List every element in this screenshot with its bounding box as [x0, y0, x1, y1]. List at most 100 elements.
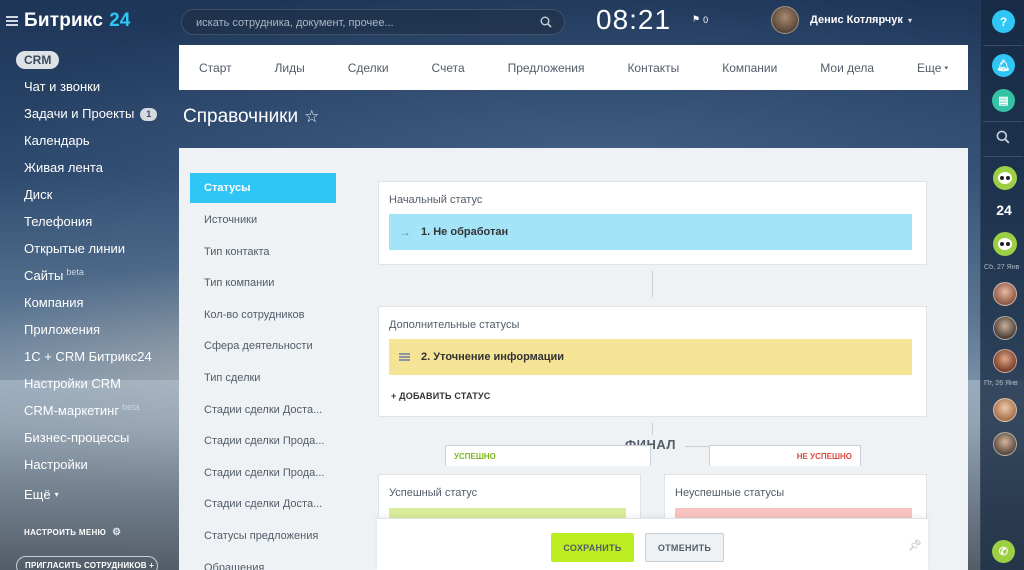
avatar[interactable]	[993, 349, 1017, 373]
drag-handle-icon[interactable]	[399, 353, 410, 361]
subnav-item[interactable]: Стадии сделки Доста...	[190, 489, 360, 521]
sidebar-item[interactable]: Задачи и Проекты 1	[24, 105, 158, 132]
sidebar-item[interactable]: Телефония	[24, 213, 157, 240]
avatar[interactable]	[771, 6, 799, 34]
search-input[interactable]	[196, 14, 536, 32]
sidebar-item[interactable]: Настройки	[24, 456, 157, 483]
topnav-more[interactable]: Еще ▾	[917, 61, 948, 75]
sidebar-item[interactable]: Чат и звонки	[24, 78, 157, 105]
menu-burger-icon[interactable]	[6, 16, 18, 26]
sidebar-item-label: CRM-маркетинг	[24, 403, 120, 418]
date-label: Сб, 27 Янв	[984, 264, 1020, 271]
subnav-item[interactable]: Стадии сделки Доста...	[190, 395, 360, 427]
sidebar-item[interactable]: Компания	[24, 294, 157, 321]
flag-counter[interactable]: ⚑ 0	[692, 14, 708, 25]
sidebar-item[interactable]: Диск	[24, 186, 157, 213]
success-tab-label: УСПЕШНО	[454, 452, 496, 461]
setup-menu-button[interactable]: НАСТРОИТЬ МЕНЮ ⚙	[24, 527, 121, 538]
avatar[interactable]	[993, 398, 1017, 422]
topnav-item[interactable]: Предложения	[508, 61, 585, 75]
sidebar-item-label: Календарь	[24, 133, 90, 148]
subnav-item[interactable]: Стадии сделки Прода...	[190, 426, 360, 458]
sidebar-item-label: Бизнес-процессы	[24, 430, 130, 445]
setup-menu-label: НАСТРОИТЬ МЕНЮ	[24, 528, 107, 537]
status-item-not-processed[interactable]: → 1. Не обработан	[389, 214, 912, 250]
sidebar-item[interactable]: Календарь	[24, 132, 157, 159]
bitrix24-chat-icon[interactable]: 24	[991, 202, 1017, 218]
gear-icon: ⚙	[112, 527, 122, 538]
page-title-text: Справочники	[183, 106, 299, 127]
logo-number: 24	[109, 10, 131, 31]
star-icon[interactable]: ☆	[304, 107, 319, 127]
sidebar-item-label: Задачи и Проекты	[24, 106, 135, 121]
search-icon[interactable]	[540, 16, 552, 28]
success-status-title: Успешный статус	[389, 487, 478, 499]
status-item-label[interactable]: 1. Не обработан	[421, 226, 508, 238]
subnav-item[interactable]: Кол-во сотрудников	[190, 300, 360, 332]
subnav-item[interactable]: Статусы предложения	[190, 521, 360, 553]
cancel-button[interactable]: ОТМЕНИТЬ	[645, 533, 724, 562]
page-title: Справочники ☆	[183, 106, 319, 128]
topnav-item[interactable]: Контакты	[627, 61, 679, 75]
topnav-item[interactable]: Счета	[432, 61, 465, 75]
avatar[interactable]	[993, 282, 1017, 306]
clock[interactable]: 08:21	[596, 4, 671, 36]
sidebar-item-label: Чат и звонки	[24, 79, 101, 94]
chevron-down-icon[interactable]: ▾	[908, 16, 912, 25]
topnav-item[interactable]: Сделки	[348, 61, 389, 75]
section-badge-crm[interactable]: CRM	[16, 51, 60, 69]
subnav-item[interactable]: Обращения	[190, 553, 360, 570]
help-icon[interactable]: ?	[992, 10, 1015, 33]
sidebar-menu: Чат и звонки Задачи и Проекты 1 Календарь Жи…	[24, 78, 158, 513]
save-button[interactable]: СОХРАНИТЬ	[551, 533, 634, 562]
avatar[interactable]	[993, 432, 1017, 456]
sidebar-item[interactable]: Приложения	[24, 321, 157, 348]
subnav-item[interactable]: Стадии сделки Прода...	[190, 458, 360, 490]
add-status-button[interactable]: + ДОБАВИТЬ СТАТУС	[391, 391, 490, 401]
sidebar-item[interactable]: CRM-маркетинг beta	[24, 402, 157, 429]
topnav-item[interactable]: Старт	[199, 61, 232, 75]
chat-icon[interactable]: ▤	[992, 89, 1015, 112]
sidebar-item[interactable]: 1С + CRM Битрикс24	[24, 348, 157, 375]
user-menu[interactable]: Денис Котлярчук ▾	[771, 6, 912, 34]
connector-line	[652, 271, 653, 297]
additional-statuses-title: Дополнительные статусы	[389, 319, 520, 331]
sidebar-item[interactable]: Сайты beta	[24, 267, 157, 294]
sidebar-item-label: Живая лента	[24, 160, 103, 175]
panda-chat-icon[interactable]	[993, 166, 1017, 190]
divider	[983, 45, 1023, 46]
subnav-item[interactable]: Сфера деятельности	[190, 331, 360, 363]
notifications-bell-icon[interactable]: 🔔︎	[992, 54, 1015, 77]
sidebar-item-label: Ещё	[24, 487, 51, 502]
status-item-clarification[interactable]: 2. Уточнение информации	[389, 339, 912, 375]
invite-employees-button[interactable]: ПРИГЛАСИТЬ СОТРУДНИКОВ +	[16, 556, 158, 570]
status-item-label[interactable]: 2. Уточнение информации	[421, 351, 564, 363]
sidebar-item-label: Компания	[24, 295, 84, 310]
search-bar[interactable]	[181, 9, 565, 35]
flag-icon: ⚑	[692, 14, 701, 24]
phone-icon[interactable]: ✆	[992, 540, 1015, 563]
sidebar-item[interactable]: Живая лента	[24, 159, 157, 186]
panda-chat-icon[interactable]	[993, 232, 1017, 256]
sidebar-item[interactable]: Ещё ▾	[24, 486, 157, 513]
sidebar-item[interactable]: Бизнес-процессы	[24, 429, 157, 456]
subnav-item[interactable]: Тип компании	[190, 268, 360, 300]
avatar[interactable]	[993, 316, 1017, 340]
subnav-item[interactable]: Тип сделки	[190, 363, 360, 395]
subnav-item[interactable]: Тип контакта	[190, 237, 360, 269]
topnav-item[interactable]: Лиды	[275, 61, 305, 75]
sidebar-item[interactable]: Открытые линии	[24, 240, 157, 267]
search-contacts-icon[interactable]	[996, 130, 1010, 144]
pin-icon[interactable]: 📌︎	[908, 539, 922, 552]
topnav-item[interactable]: Компании	[722, 61, 777, 75]
sidebar-item-label: 1С + CRM Битрикс24	[24, 349, 152, 364]
logo-text: Битрикс	[24, 10, 104, 31]
additional-statuses-block: Дополнительные статусы 2. Уточнение инфо…	[378, 306, 927, 417]
counter-badge: 1	[140, 108, 158, 121]
user-name[interactable]: Денис Котлярчук	[810, 14, 903, 26]
logo[interactable]: Битрикс 24	[6, 10, 130, 32]
subnav-item[interactable]: Статусы	[190, 173, 336, 203]
subnav-item[interactable]: Источники	[190, 205, 360, 237]
sidebar-item-label: Диск	[24, 187, 53, 202]
topnav-item[interactable]: Мои дела	[820, 61, 874, 75]
